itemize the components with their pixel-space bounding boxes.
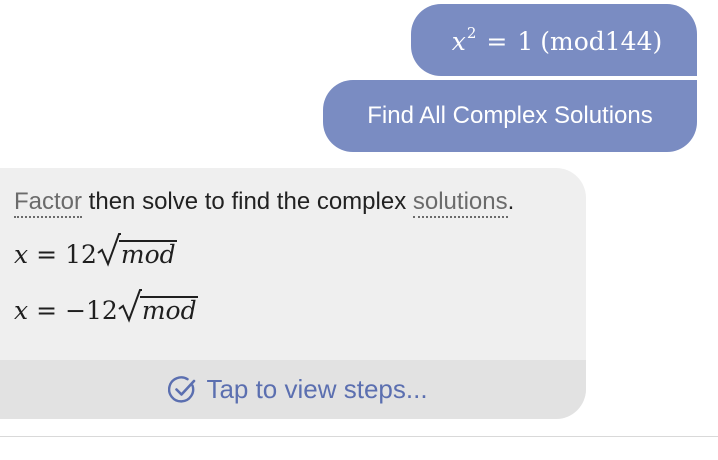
answer-text-mid: then solve to find the complex xyxy=(82,188,413,215)
solution-equals: = xyxy=(36,240,58,269)
solution-equals: = xyxy=(36,296,58,325)
solution-radicand: mod xyxy=(139,296,198,325)
check-circle-icon xyxy=(168,375,196,403)
equation-open-paren: ( xyxy=(540,27,551,56)
square-root: mod xyxy=(97,233,177,269)
equation-exponent: 2 xyxy=(466,24,477,42)
equation-equals: = xyxy=(486,27,508,56)
solution-variable: x xyxy=(14,240,29,269)
radical-sign-icon xyxy=(97,233,121,267)
view-steps-button[interactable]: Tap to view steps... xyxy=(0,360,586,419)
solution-variable: x xyxy=(14,296,29,325)
answer-text-end: . xyxy=(507,188,515,215)
radical-sign-icon xyxy=(118,289,142,323)
solution-coefficient: 12 xyxy=(86,296,118,325)
solution-sign: − xyxy=(65,296,87,325)
solutions-link[interactable]: solutions xyxy=(412,188,508,218)
equation-value: 1 xyxy=(517,27,534,56)
square-root: mod xyxy=(118,289,198,325)
query-equation-bubble: x2 = 1 (mod144) xyxy=(411,4,697,76)
solution-1: x = 12 mod xyxy=(14,233,177,269)
equation-mod-expr: mod144 xyxy=(550,27,653,56)
factor-link[interactable]: Factor xyxy=(14,188,83,218)
view-steps-label: Tap to view steps... xyxy=(206,374,428,404)
solution-2: x = −12 mod xyxy=(14,289,198,325)
equation-variable: x xyxy=(451,27,466,56)
equation-close-paren: ) xyxy=(652,27,663,56)
query-equation: x2 = 1 (mod144) xyxy=(452,24,663,56)
find-complex-solutions-button[interactable]: Find All Complex Solutions xyxy=(323,80,697,152)
answer-explanation: Factor then solve to find the complex so… xyxy=(14,188,515,218)
divider xyxy=(0,436,718,437)
answer-card: Factor then solve to find the complex so… xyxy=(0,168,586,419)
solution-radicand: mod xyxy=(118,240,177,269)
solution-coefficient: 12 xyxy=(65,240,97,269)
